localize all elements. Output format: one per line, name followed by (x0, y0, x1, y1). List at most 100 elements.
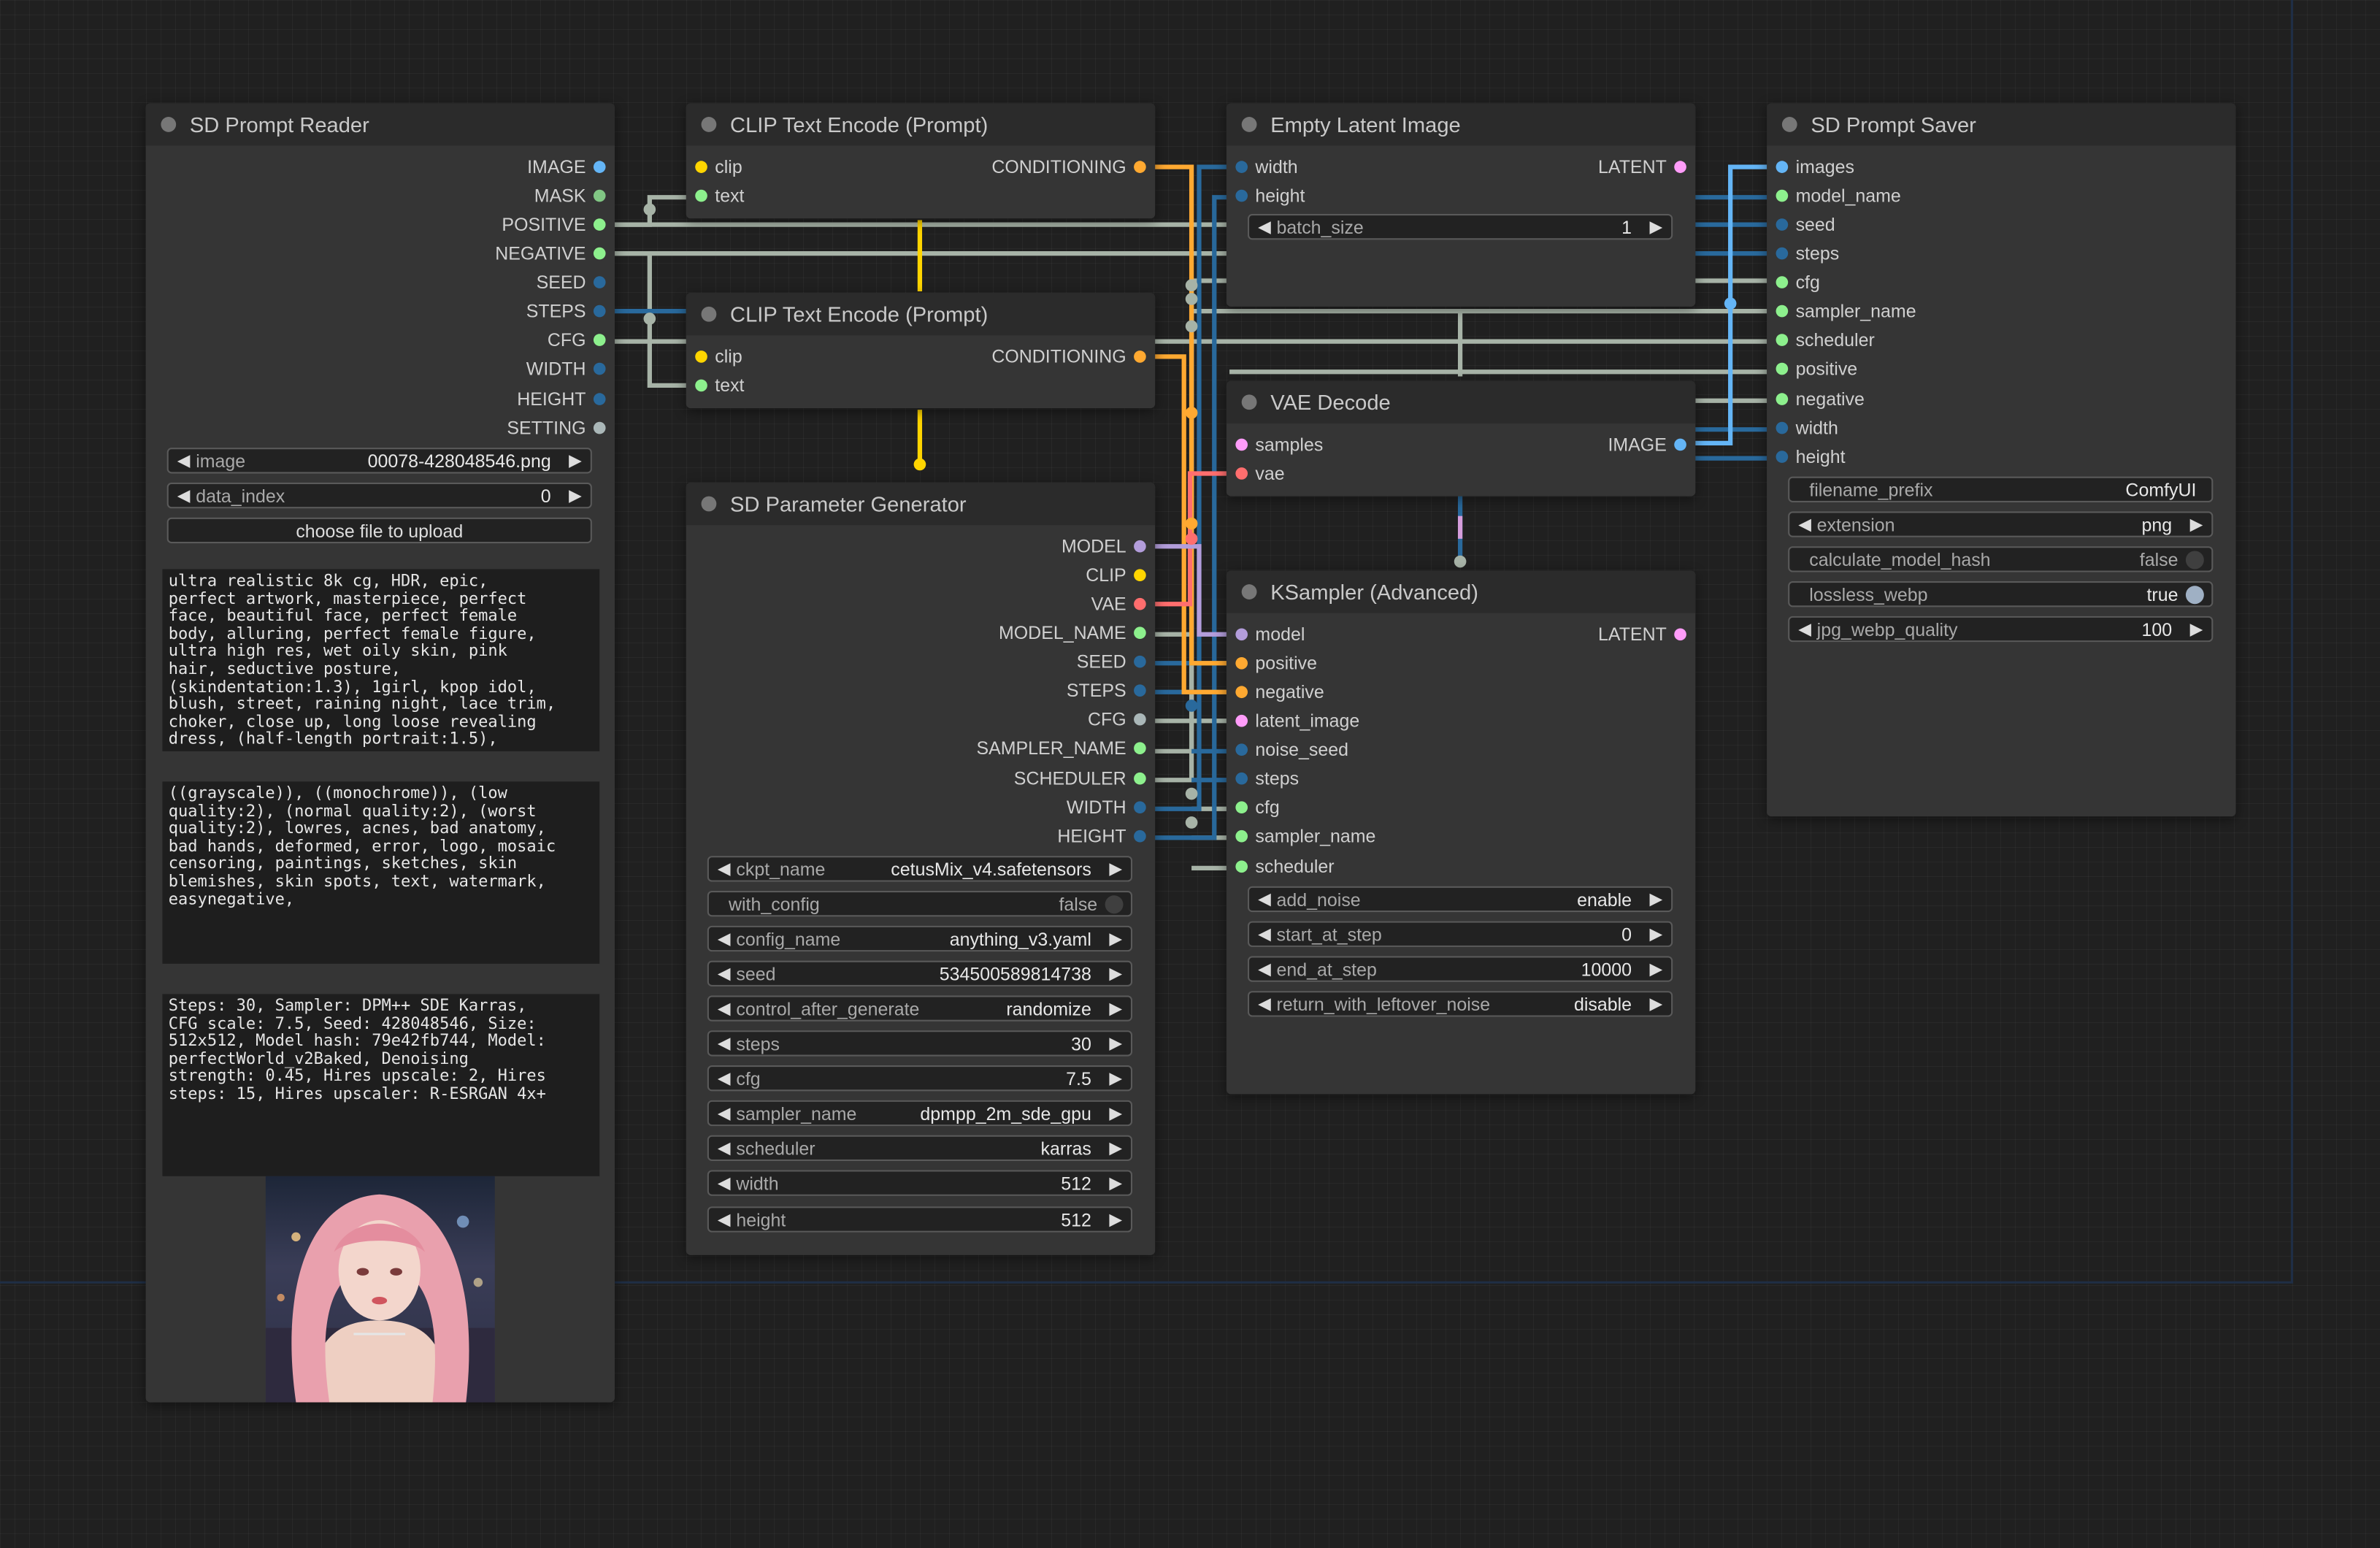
arrow-right-icon[interactable]: ▶ (1646, 215, 1667, 241)
output-latent[interactable]: LATENT (1378, 621, 1667, 648)
data-index-stepper[interactable]: ◀ data_index 0 ▶ (166, 482, 592, 510)
arrow-right-icon[interactable]: ▶ (564, 484, 586, 510)
seed-stepper[interactable]: ◀ seed 534500589814738 ▶ (707, 960, 1133, 986)
input-sampler-name-port-icon[interactable] (1235, 829, 1248, 843)
extension-combo[interactable]: ◀ extension png ▶ (1788, 511, 2214, 538)
input-model[interactable]: model (1255, 621, 1305, 648)
input-positive[interactable]: positive (1796, 355, 1858, 382)
output-image-port-icon[interactable] (1674, 438, 1686, 451)
output-height-port-icon[interactable] (1134, 829, 1146, 843)
output-scheduler[interactable]: SCHEDULER (838, 765, 1126, 792)
output-height-port-icon[interactable] (593, 393, 606, 405)
steps-stepper[interactable]: ◀ steps 30 ▶ (707, 1030, 1133, 1057)
input-height[interactable]: height (1796, 443, 1846, 470)
input-scheduler[interactable]: scheduler (1255, 853, 1334, 880)
calculate-model-hash-toggle[interactable]: calculate_model_hash false (1788, 546, 2214, 572)
add-noise-combo[interactable]: ◀ add_noise enable ▶ (1248, 886, 1673, 913)
node-clip-text-encode-1[interactable]: CLIP Text Encode (Prompt) clip text COND… (686, 103, 1156, 219)
node-sd-parameter-generator[interactable]: SD Parameter Generator MODEL CLIP VAE MO… (686, 482, 1156, 1255)
output-latent-port-icon[interactable] (1674, 161, 1686, 173)
output-steps-port-icon[interactable] (1134, 684, 1146, 697)
arrow-right-icon[interactable]: ▶ (1105, 1208, 1126, 1233)
arrow-left-icon[interactable]: ◀ (713, 1032, 734, 1057)
output-model-name-port-icon[interactable] (1134, 627, 1146, 640)
input-vae-port-icon[interactable] (1235, 467, 1248, 480)
arrow-left-icon[interactable]: ◀ (713, 927, 734, 953)
negative-prompt-textarea[interactable]: ((grayscale)), ((monochrome)), (low qual… (162, 781, 600, 964)
output-model-port-icon[interactable] (1134, 540, 1146, 553)
input-positive-port-icon[interactable] (1235, 656, 1248, 670)
arrow-left-icon[interactable]: ◀ (1254, 215, 1275, 241)
input-steps[interactable]: steps (1796, 240, 1840, 267)
arrow-left-icon[interactable]: ◀ (1254, 923, 1275, 949)
input-latent-image[interactable]: latent_image (1255, 708, 1359, 735)
input-seed-port-icon[interactable] (1776, 218, 1789, 231)
jpg-webp-quality-stepper[interactable]: ◀ jpg_webp_quality 100 ▶ (1788, 616, 2214, 643)
output-positive-port-icon[interactable] (593, 218, 606, 231)
scheduler-combo[interactable]: ◀ scheduler karras ▶ (707, 1135, 1133, 1162)
arrow-left-icon[interactable]: ◀ (713, 1137, 734, 1162)
node-title[interactable]: SD Parameter Generator (686, 482, 1156, 526)
node-title[interactable]: SD Prompt Reader (145, 103, 615, 146)
input-clip-port-icon[interactable] (695, 350, 707, 363)
output-cfg-port-icon[interactable] (1134, 713, 1146, 726)
node-title[interactable]: CLIP Text Encode (Prompt) (686, 103, 1156, 146)
output-cfg[interactable]: CFG (838, 705, 1126, 732)
arrow-left-icon[interactable]: ◀ (1794, 513, 1815, 538)
with-config-toggle[interactable]: with_config false (707, 891, 1133, 917)
output-image-port-icon[interactable] (593, 161, 606, 173)
input-text[interactable]: text (715, 182, 744, 209)
arrow-right-icon[interactable]: ▶ (1105, 997, 1126, 1023)
output-width-port-icon[interactable] (1134, 801, 1146, 814)
input-model-name-port-icon[interactable] (1776, 189, 1789, 202)
output-height[interactable]: HEIGHT (838, 822, 1126, 849)
input-height-port-icon[interactable] (1235, 189, 1248, 202)
collapse-dot-icon[interactable] (1241, 394, 1257, 410)
input-negative[interactable]: negative (1796, 386, 1865, 413)
output-positive[interactable]: POSITIVE (298, 211, 586, 238)
arrow-right-icon[interactable]: ▶ (1646, 957, 1667, 983)
output-width-port-icon[interactable] (593, 362, 606, 375)
input-steps[interactable]: steps (1255, 765, 1299, 792)
output-sampler-name[interactable]: SAMPLER_NAME (838, 735, 1126, 762)
output-seed-port-icon[interactable] (593, 276, 606, 288)
arrow-right-icon[interactable]: ▶ (1105, 857, 1126, 883)
output-image[interactable]: IMAGE (298, 153, 586, 180)
output-scheduler-port-icon[interactable] (1134, 772, 1146, 785)
input-model-port-icon[interactable] (1235, 628, 1248, 641)
output-width[interactable]: WIDTH (838, 794, 1126, 821)
input-scheduler-port-icon[interactable] (1776, 334, 1789, 346)
input-clip[interactable]: clip (715, 153, 742, 180)
arrow-left-icon[interactable]: ◀ (1254, 957, 1275, 983)
image-preview[interactable] (265, 1176, 495, 1403)
output-negative-port-icon[interactable] (593, 247, 606, 260)
output-cfg[interactable]: CFG (298, 326, 586, 353)
arrow-left-icon[interactable]: ◀ (173, 484, 194, 510)
arrow-right-icon[interactable]: ▶ (1105, 927, 1126, 953)
collapse-dot-icon[interactable] (1241, 584, 1257, 599)
input-height[interactable]: height (1255, 182, 1305, 209)
input-steps-port-icon[interactable] (1776, 247, 1789, 260)
arrow-left-icon[interactable]: ◀ (1254, 992, 1275, 1018)
output-negative[interactable]: NEGATIVE (298, 240, 586, 267)
output-seed[interactable]: SEED (298, 269, 586, 296)
output-conditioning[interactable]: CONDITIONING (838, 153, 1126, 180)
output-mask[interactable]: MASK (298, 182, 586, 209)
input-cfg[interactable]: cfg (1796, 269, 1820, 296)
input-seed[interactable]: seed (1796, 211, 1835, 238)
output-steps[interactable]: STEPS (838, 677, 1126, 704)
output-vae-port-icon[interactable] (1134, 597, 1146, 610)
collapse-dot-icon[interactable] (1241, 117, 1257, 132)
arrow-right-icon[interactable]: ▶ (1105, 1102, 1126, 1127)
arrow-left-icon[interactable]: ◀ (1794, 618, 1815, 643)
output-mask-port-icon[interactable] (593, 189, 606, 202)
output-latent-port-icon[interactable] (1674, 628, 1686, 641)
arrow-left-icon[interactable]: ◀ (173, 449, 194, 475)
width-stepper[interactable]: ◀ width 512 ▶ (707, 1170, 1133, 1196)
sampler-name-combo[interactable]: ◀ sampler_name dpmpp_2m_sde_gpu ▶ (707, 1100, 1133, 1127)
output-clip-port-icon[interactable] (1134, 569, 1146, 582)
output-setting[interactable]: SETTING (298, 414, 586, 441)
input-samples[interactable]: samples (1255, 431, 1323, 458)
output-model-name[interactable]: MODEL_NAME (838, 619, 1126, 646)
arrow-right-icon[interactable]: ▶ (2186, 513, 2207, 538)
